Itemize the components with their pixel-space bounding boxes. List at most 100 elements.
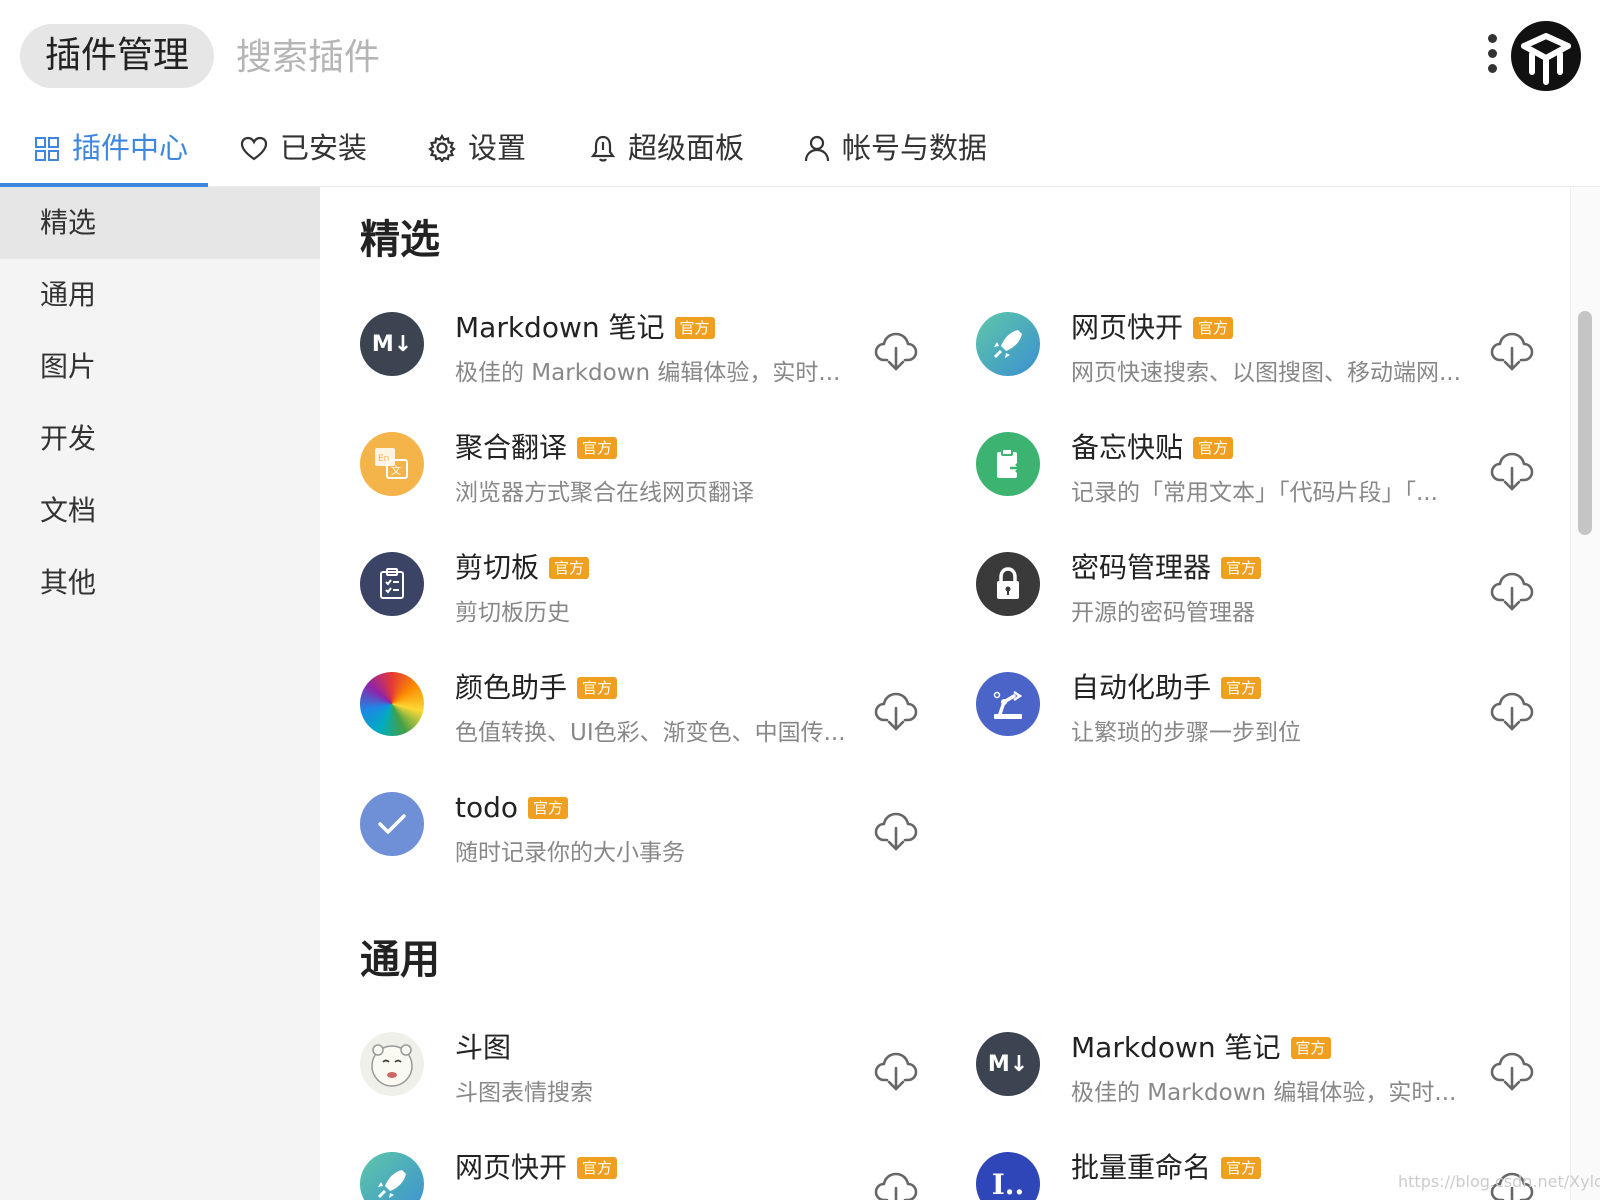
plugin-name: 备忘快贴 [1071, 431, 1184, 464]
official-badge: 官方 [549, 557, 590, 579]
plugin-description: 记录的「常用文本」「代码片段」「... [1071, 480, 1438, 506]
svg-text:En: En [378, 454, 389, 464]
plugin-card[interactable]: todo 官方 随时记录你的大小事务 [360, 791, 940, 892]
plugin-card[interactable]: 网页快开 官方 网页快速搜索、以图搜图、移动端网... [976, 311, 1556, 412]
plugin-name: 颜色助手 [455, 671, 568, 704]
plugin-name: 剪切板 [455, 551, 540, 584]
official-badge: 官方 [1290, 1037, 1331, 1059]
check-icon [360, 792, 424, 856]
cloud-download-icon[interactable] [874, 1052, 918, 1092]
tab-label: 设置 [468, 131, 527, 165]
plugin-card[interactable]: 网页快开 官方 [360, 1151, 940, 1200]
category-sidebar: 精选 通用 图片 开发 文档 其他 [0, 187, 320, 1200]
robot-arm-icon [976, 672, 1040, 736]
rocket-icon [976, 312, 1040, 376]
sidebar-item-featured[interactable]: 精选 [0, 187, 320, 259]
sidebar-item-general[interactable]: 通用 [0, 259, 320, 331]
gear-icon [428, 134, 456, 162]
plugin-list: 精选 M↓ Markdown 笔记 官方 极佳的 Markdown 编辑体验，实时… [320, 187, 1570, 1200]
tab-label: 帐号与数据 [842, 131, 988, 165]
plugin-name: todo [455, 791, 519, 824]
plugin-name: Markdown 笔记 [455, 311, 665, 344]
grid-icon [35, 137, 59, 161]
cloud-download-icon[interactable] [1490, 692, 1534, 732]
plugin-name: 网页快开 [455, 1151, 568, 1184]
tab-label: 超级面板 [628, 131, 745, 165]
plugin-description: 随时记录你的大小事务 [455, 840, 685, 866]
plugin-description: 开源的密码管理器 [1071, 600, 1255, 626]
sidebar-item-development[interactable]: 开发 [0, 403, 320, 475]
svg-text:文: 文 [391, 464, 401, 477]
tab-installed[interactable]: 已安装 [240, 112, 367, 186]
plugin-card[interactable]: 密码管理器 官方 开源的密码管理器 [976, 551, 1556, 652]
plugin-card[interactable]: M↓ Markdown 笔记 官方 极佳的 Markdown 编辑体验，实时... [360, 311, 940, 412]
plugin-name: Markdown 笔记 [1071, 1031, 1281, 1064]
plugin-name: 网页快开 [1071, 311, 1184, 344]
sidebar-item-other[interactable]: 其他 [0, 547, 320, 619]
more-vertical-icon[interactable] [1482, 34, 1502, 82]
clipboard-paste-icon [976, 432, 1040, 496]
plugin-description: 让繁琐的步骤一步到位 [1071, 720, 1301, 746]
plugin-description: 极佳的 Markdown 编辑体验，实时... [455, 360, 841, 386]
plugin-name: 聚合翻译 [455, 431, 568, 464]
page-title[interactable]: 插件管理 [20, 24, 215, 88]
official-badge: 官方 [528, 797, 569, 819]
tab-label: 插件中心 [72, 131, 189, 165]
markdown-icon: M↓ [976, 1032, 1040, 1096]
section-title-featured: 精选 [360, 217, 440, 263]
clipboard-list-icon [360, 552, 424, 616]
plugin-name: 批量重命名 [1071, 1151, 1212, 1184]
cloud-download-icon[interactable] [874, 332, 918, 372]
scrollbar-thumb[interactable] [1578, 311, 1592, 535]
lock-icon [976, 552, 1040, 616]
rename-icon: I.. [976, 1152, 1040, 1200]
tab-label: 已安装 [280, 131, 368, 165]
tab-settings[interactable]: 设置 [428, 112, 526, 186]
plugin-name: 斗图 [455, 1031, 512, 1064]
cloud-download-icon[interactable] [1490, 1052, 1534, 1092]
translate-icon: En 文 [360, 432, 424, 496]
plugin-card[interactable]: 颜色助手 官方 色值转换、UI色彩、渐变色、中国传... [360, 671, 940, 772]
official-badge: 官方 [577, 1157, 618, 1179]
heart-icon [240, 136, 268, 161]
app-logo-icon[interactable] [1510, 20, 1582, 92]
official-badge: 官方 [577, 677, 618, 699]
cloud-download-icon[interactable] [1490, 452, 1534, 492]
color-wheel-icon [360, 672, 424, 736]
rocket-icon [360, 1152, 424, 1200]
cloud-download-icon[interactable] [874, 812, 918, 852]
plugin-card[interactable]: 斗图 斗图表情搜索 [360, 1031, 940, 1132]
official-badge: 官方 [1221, 677, 1262, 699]
sidebar-item-documents[interactable]: 文档 [0, 475, 320, 547]
plugin-card[interactable]: 剪切板 官方 剪切板历史 [360, 551, 940, 652]
official-badge: 官方 [1221, 1157, 1262, 1179]
plugin-card[interactable]: 自动化助手 官方 让繁琐的步骤一步到位 [976, 671, 1556, 772]
cloud-download-icon[interactable] [1490, 332, 1534, 372]
plugin-name: 密码管理器 [1071, 551, 1212, 584]
cloud-download-icon[interactable] [874, 1172, 918, 1200]
official-badge: 官方 [577, 437, 618, 459]
markdown-icon: M↓ [360, 312, 424, 376]
search-input[interactable] [234, 24, 1338, 90]
cloud-download-icon[interactable] [874, 692, 918, 732]
plugin-description: 色值转换、UI色彩、渐变色、中国传... [455, 720, 846, 746]
tab-account-data[interactable]: 帐号与数据 [804, 112, 987, 186]
top-bar: 插件管理 [0, 0, 1600, 112]
official-badge: 官方 [674, 317, 715, 339]
bell-icon [590, 135, 616, 162]
sidebar-item-images[interactable]: 图片 [0, 331, 320, 403]
plugin-card[interactable]: En 文 聚合翻译 官方 浏览器方式聚合在线网页翻译 [360, 431, 940, 532]
plugin-description: 极佳的 Markdown 编辑体验，实时... [1071, 1080, 1457, 1106]
plugin-card[interactable]: M↓ Markdown 笔记 官方 极佳的 Markdown 编辑体验，实时... [976, 1031, 1556, 1132]
plugin-card[interactable]: 备忘快贴 官方 记录的「常用文本」「代码片段」「... [976, 431, 1556, 532]
watermark-text: https://blog.csdn.net/Xylon [1398, 1172, 1600, 1191]
plugin-description: 浏览器方式聚合在线网页翻译 [455, 480, 754, 506]
official-badge: 官方 [1221, 557, 1262, 579]
cloud-download-icon[interactable] [1490, 572, 1534, 612]
tab-super-panel[interactable]: 超级面板 [590, 112, 744, 186]
meme-face-icon [360, 1032, 424, 1096]
plugin-description: 剪切板历史 [455, 600, 570, 626]
plugin-description: 斗图表情搜索 [455, 1080, 593, 1106]
tab-bar: 插件中心 已安装 设置 超级面板 帐号与数据 [0, 112, 1600, 187]
tab-plugin-center[interactable]: 插件中心 [34, 112, 188, 186]
